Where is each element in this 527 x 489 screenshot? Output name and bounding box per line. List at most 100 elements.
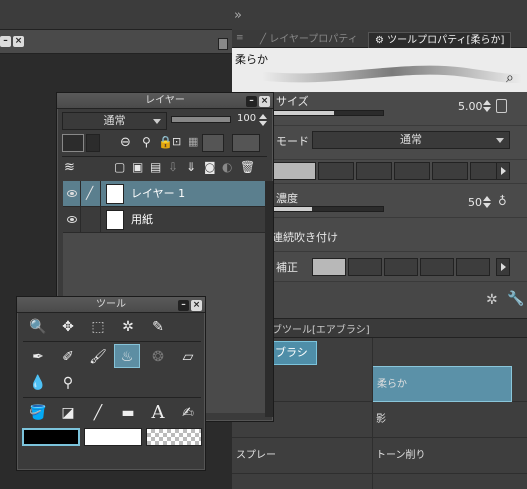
opacity-slider[interactable] bbox=[171, 116, 231, 123]
stab-seg-2[interactable] bbox=[348, 258, 382, 276]
opacity-spinner[interactable] bbox=[259, 113, 268, 127]
main-color-swatch[interactable] bbox=[22, 428, 80, 446]
layer-name: レイヤー 1 bbox=[131, 187, 186, 200]
merge-down-icon[interactable]: ⇓ bbox=[186, 160, 196, 174]
airbrush-tool-icon[interactable]: ♨ bbox=[114, 344, 140, 368]
stab-seg-4[interactable] bbox=[420, 258, 454, 276]
settings-gear-icon[interactable]: ✲ bbox=[486, 292, 498, 308]
stab-seg-1[interactable] bbox=[312, 258, 346, 276]
decoration-tool-icon[interactable]: ❂ bbox=[145, 345, 171, 369]
zoom-tool-icon[interactable]: 🔍 bbox=[25, 315, 51, 339]
layer-palette-title[interactable]: レイヤー – × bbox=[57, 93, 273, 109]
swatch-2[interactable] bbox=[318, 162, 354, 180]
layer-stack-icon[interactable]: ≋ bbox=[64, 160, 75, 175]
wrench-icon[interactable]: 🔧 bbox=[507, 291, 524, 307]
brush-tool-icon[interactable]: 🖌 bbox=[85, 345, 111, 369]
pen-tool-icon[interactable]: ✒ bbox=[25, 345, 51, 369]
subtool-row[interactable]: スプレー トーン削り bbox=[232, 438, 527, 474]
mask-add-icon[interactable]: ◙ bbox=[204, 160, 216, 174]
magic-wand-icon[interactable]: ✲ bbox=[115, 315, 141, 339]
new-vector-layer-icon[interactable]: ▣ bbox=[132, 160, 143, 174]
brush-size-spinner[interactable] bbox=[483, 99, 492, 113]
close-icon[interactable]: × bbox=[191, 300, 202, 311]
mask-icon[interactable]: ▦ bbox=[188, 135, 198, 148]
tool-palette-title[interactable]: ツール – × bbox=[17, 297, 205, 313]
brush-size-row: サイズ 5.00 bbox=[232, 92, 527, 126]
brush-size-slider[interactable] bbox=[272, 110, 384, 116]
layer-blend-dropdown[interactable]: 通常 bbox=[62, 112, 167, 130]
apply-mask-icon[interactable]: ◐ bbox=[222, 160, 232, 174]
visibility-toggle[interactable] bbox=[63, 207, 81, 233]
new-raster-layer-icon[interactable]: ▢ bbox=[114, 160, 125, 174]
pencil-tool-icon[interactable]: ✐ bbox=[55, 345, 81, 369]
fill-search-icon[interactable]: ⚲ bbox=[55, 371, 81, 395]
close-icon[interactable]: × bbox=[259, 96, 270, 107]
edit-target[interactable] bbox=[81, 207, 101, 233]
swatch-3[interactable] bbox=[356, 162, 392, 180]
blend-tool-icon[interactable]: 💧 bbox=[25, 371, 51, 395]
dropdown-icon[interactable] bbox=[218, 38, 228, 50]
selection-tool-icon[interactable]: ⬚ bbox=[85, 315, 111, 339]
expand-arrow-icon[interactable] bbox=[496, 258, 510, 276]
lock-icon[interactable]: 🔒 bbox=[158, 135, 173, 149]
swatch-5[interactable] bbox=[432, 162, 468, 180]
swatch-4[interactable] bbox=[394, 162, 430, 180]
minimize-icon[interactable]: – bbox=[246, 96, 257, 107]
chevron-down-icon[interactable] bbox=[86, 134, 100, 152]
density-slider[interactable] bbox=[272, 206, 384, 212]
transparent-color-swatch[interactable] bbox=[146, 428, 202, 446]
blend-mode-dropdown[interactable]: 通常 bbox=[312, 131, 510, 149]
layer-row[interactable]: 用紙 bbox=[63, 207, 265, 233]
tab-tool-property[interactable]: ⚙ ツールプロパティ[柔らか] bbox=[368, 32, 512, 48]
balloon-tool-icon[interactable]: ✍ bbox=[175, 401, 201, 425]
mask-option-icon[interactable] bbox=[202, 134, 224, 152]
visibility-toggle[interactable] bbox=[63, 181, 81, 207]
layer-color-icon[interactable] bbox=[62, 134, 84, 152]
brush-size-option-icon[interactable] bbox=[496, 99, 507, 113]
subtool-row[interactable]: 柔らか bbox=[232, 366, 527, 402]
fill-tool-icon[interactable]: 🪣 bbox=[25, 401, 51, 425]
eraser-tool-icon[interactable]: ▱ bbox=[175, 345, 201, 369]
minimize-icon[interactable]: – bbox=[0, 36, 11, 47]
reference-icon[interactable]: ⚲ bbox=[142, 135, 151, 149]
stab-seg-5[interactable] bbox=[456, 258, 490, 276]
subtool-item-soft[interactable]: 柔らか bbox=[372, 366, 512, 402]
layer-thumbnail bbox=[106, 184, 124, 204]
frame-tool-icon[interactable]: ▬ bbox=[115, 401, 141, 425]
layer-row[interactable]: ╱ レイヤー 1 bbox=[63, 181, 265, 207]
search-icon[interactable]: ⌕ bbox=[506, 70, 514, 86]
density-spinner[interactable] bbox=[483, 195, 492, 209]
chevron-down-icon bbox=[496, 138, 504, 143]
eyedropper-icon[interactable]: ✎ bbox=[145, 315, 171, 339]
clip-icon[interactable]: ⊖ bbox=[120, 135, 131, 150]
opacity-value[interactable]: 100 bbox=[237, 113, 256, 124]
minimize-icon[interactable]: – bbox=[178, 300, 189, 311]
tool-separator bbox=[23, 341, 201, 342]
pressure-icon[interactable]: ♁ bbox=[498, 194, 507, 208]
move-tool-icon[interactable]: ✥ bbox=[55, 315, 81, 339]
gradient-tool-icon[interactable]: ◪ bbox=[55, 401, 81, 425]
new-folder-icon[interactable]: ▤ bbox=[150, 160, 161, 174]
panel-menu-icon[interactable]: ≡ bbox=[236, 33, 244, 43]
brush-size-value[interactable]: 5.00 bbox=[458, 100, 483, 113]
subtool-item-tone-scrape[interactable]: トーン削り bbox=[372, 438, 512, 474]
sub-color-swatch[interactable] bbox=[84, 428, 142, 446]
figure-tool-icon[interactable]: ╱ bbox=[85, 401, 111, 425]
density-value[interactable]: 50 bbox=[468, 196, 482, 209]
close-icon[interactable]: × bbox=[13, 36, 24, 47]
blend-mode-label: モード bbox=[276, 135, 309, 148]
subtool-item-shadow[interactable]: 影 bbox=[372, 402, 512, 438]
text-tool-icon[interactable]: A bbox=[145, 401, 171, 425]
collapse-panel-icon[interactable]: » bbox=[234, 8, 242, 23]
layer-scrollbar[interactable] bbox=[265, 181, 273, 417]
lock-transparent-icon[interactable]: ⊡ bbox=[172, 135, 181, 148]
tab-layer-property[interactable]: ╱ レイヤープロパティ bbox=[254, 32, 364, 48]
edit-target[interactable]: ╱ bbox=[81, 181, 101, 207]
expand-arrow-icon[interactable] bbox=[496, 162, 510, 180]
trash-icon[interactable]: 🗑 bbox=[240, 160, 255, 174]
stab-seg-3[interactable] bbox=[384, 258, 418, 276]
ruler-icon[interactable] bbox=[232, 134, 260, 152]
subtool-row[interactable]: 影 bbox=[232, 402, 527, 438]
subtool-item-spray[interactable]: スプレー bbox=[232, 438, 372, 474]
move-down-icon[interactable]: ⇩ bbox=[168, 160, 178, 174]
